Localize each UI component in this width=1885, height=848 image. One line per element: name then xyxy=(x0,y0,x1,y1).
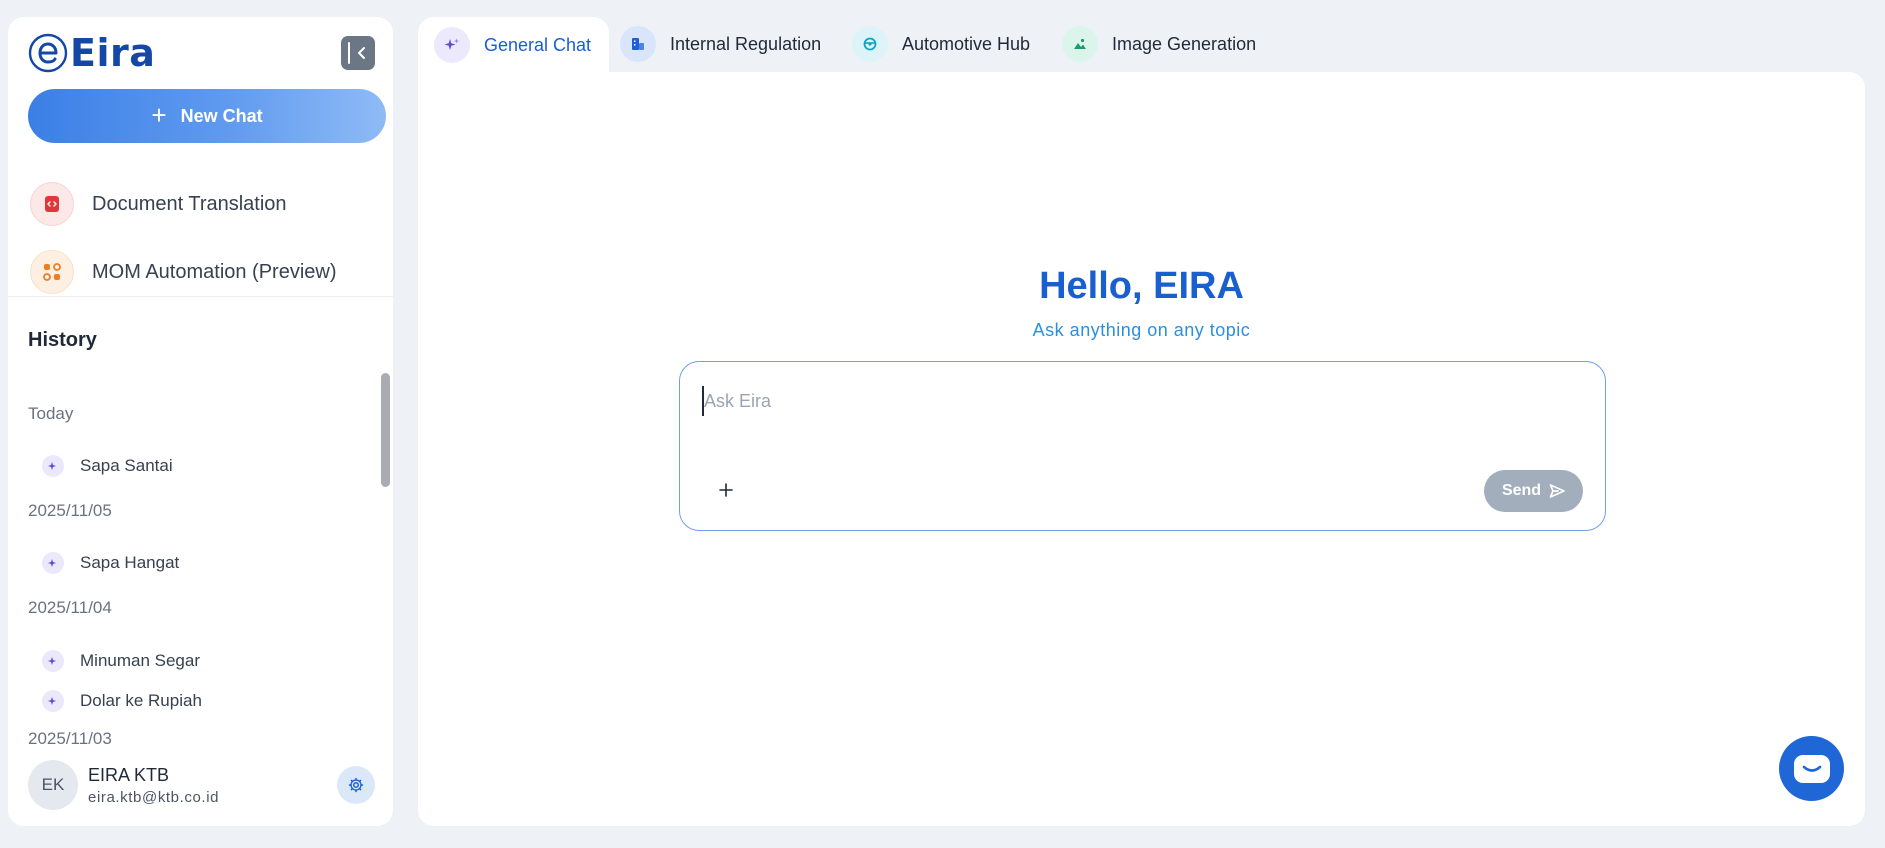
message-icon xyxy=(1793,754,1830,783)
chat-composer: Send xyxy=(679,361,1606,531)
logo-row: Eira xyxy=(28,31,375,75)
tab-label: General Chat xyxy=(484,34,592,55)
user-name: EIRA KTB xyxy=(88,764,170,785)
tool-label: MOM Automation (Preview) xyxy=(92,260,337,283)
user-info: EIRA KTB eira.ktb@ktb.co.id xyxy=(88,765,219,806)
history-title: History xyxy=(28,329,97,351)
chat-main-panel: Hello, EIRA Ask anything on any topic Se… xyxy=(418,72,1865,826)
history-item-label: Dolar ke Rupiah xyxy=(80,691,202,710)
new-chat-button[interactable]: + New Chat xyxy=(28,89,386,143)
steering-wheel-icon xyxy=(852,26,888,62)
chat-input[interactable] xyxy=(702,386,1562,416)
plus-icon xyxy=(719,483,733,497)
greeting-title: Hello, EIRA xyxy=(1039,265,1244,307)
plus-icon: + xyxy=(151,99,167,130)
attach-button[interactable] xyxy=(712,476,740,504)
logo-text: Eira xyxy=(70,31,156,75)
send-label: Send xyxy=(1501,482,1542,499)
collapse-sidebar-button[interactable] xyxy=(341,36,375,70)
user-profile: EK EIRA KTB eira.ktb@ktb.co.id xyxy=(28,760,375,810)
automation-icon xyxy=(30,250,74,294)
gear-icon xyxy=(348,777,364,793)
app-logo[interactable]: Eira xyxy=(28,31,155,75)
eira-logo-icon xyxy=(28,33,68,73)
history-group-label: Today xyxy=(28,404,74,423)
tab-label: Internal Regulation xyxy=(670,33,822,54)
send-icon xyxy=(1549,484,1565,498)
sparkle-icon xyxy=(434,27,470,63)
sparkle-icon xyxy=(42,690,64,712)
tab-internal-regulation[interactable]: Internal Regulation xyxy=(604,17,821,71)
document-code-icon xyxy=(30,182,74,226)
tab-general-chat[interactable]: General Chat xyxy=(418,17,610,73)
building-icon xyxy=(620,26,656,62)
history-item[interactable]: Dolar ke Rupiah xyxy=(42,686,373,716)
history-item[interactable]: Sapa Hangat xyxy=(42,548,373,578)
support-chat-button[interactable] xyxy=(1779,736,1844,801)
chevron-left-icon xyxy=(358,47,365,59)
new-chat-label: New Chat xyxy=(180,105,263,126)
user-email: eira.ktb@ktb.co.id xyxy=(88,788,220,806)
sparkle-icon xyxy=(42,650,64,672)
history-item[interactable]: Minuman Segar xyxy=(42,646,373,676)
history-scrollbar[interactable] xyxy=(381,373,390,487)
image-icon xyxy=(1062,26,1098,62)
history-group-label: 2025/11/03 xyxy=(28,729,112,748)
sparkle-icon xyxy=(42,552,64,574)
send-button[interactable]: Send xyxy=(1484,470,1583,512)
history-item-label: Sapa Hangat xyxy=(80,553,180,572)
tool-label: Document Translation xyxy=(92,192,287,215)
history-item[interactable]: Sapa Santai xyxy=(42,451,373,481)
settings-button[interactable] xyxy=(337,766,375,804)
history-item-label: Minuman Segar xyxy=(80,651,201,670)
tool-document-translation[interactable]: Document Translation xyxy=(30,180,383,228)
sidebar: Eira + New Chat Document Translation MOM… xyxy=(8,17,393,826)
sidebar-divider xyxy=(8,296,393,297)
avatar[interactable]: EK xyxy=(28,760,78,810)
tab-label: Image Generation xyxy=(1112,33,1257,54)
tab-automotive-hub[interactable]: Automotive Hub xyxy=(836,17,1030,71)
history-group-label: 2025/11/05 xyxy=(28,501,112,520)
tool-mom-automation[interactable]: MOM Automation (Preview) xyxy=(30,248,383,296)
tab-label: Automotive Hub xyxy=(902,33,1031,54)
greeting-subtitle: Ask anything on any topic xyxy=(1032,320,1251,340)
history-item-label: Sapa Santai xyxy=(80,456,173,475)
history-group-label: 2025/11/04 xyxy=(28,598,112,617)
sparkle-icon xyxy=(42,455,64,477)
tab-image-generation[interactable]: Image Generation xyxy=(1046,17,1256,71)
